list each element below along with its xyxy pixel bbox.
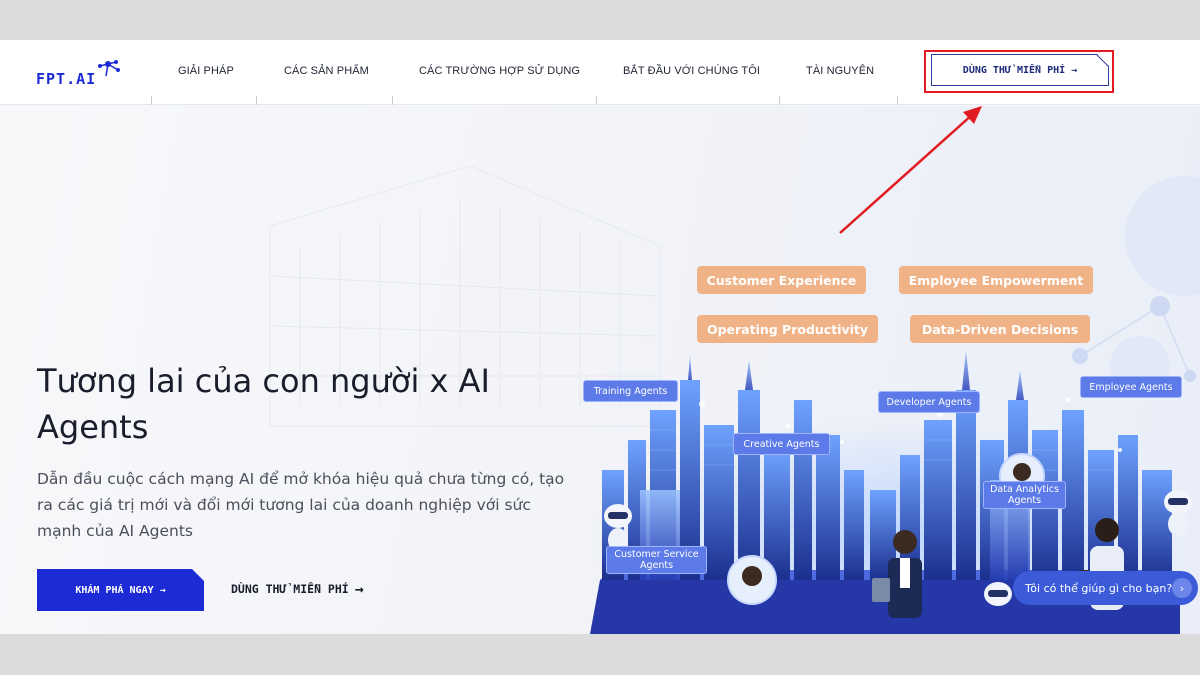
explore-now-button[interactable]: KHÁM PHÁ NGAY → bbox=[37, 569, 204, 611]
arrow-right-icon: → bbox=[354, 580, 364, 598]
nav-divider bbox=[779, 96, 780, 105]
chat-assistant-bubble[interactable]: Tôi có thể giúp gì cho bạn? › bbox=[1013, 571, 1198, 605]
tag-creative-agents: Creative Agents bbox=[733, 433, 830, 455]
pill-operating-productivity: Operating Productivity bbox=[697, 315, 878, 343]
nav-item-solutions[interactable]: GIẢI PHÁP bbox=[178, 65, 234, 77]
nav-divider bbox=[897, 96, 898, 105]
free-trial-link-label: DÙNG THỬ MIỄN PHÍ bbox=[231, 582, 349, 596]
nav-divider bbox=[392, 96, 393, 105]
arrow-right-icon: → bbox=[159, 584, 166, 596]
tag-training-agents: Training Agents bbox=[583, 380, 678, 402]
free-trial-link[interactable]: DÙNG THỬ MIỄN PHÍ → bbox=[231, 580, 364, 598]
tag-data-analytics-agents: Data Analytics Agents bbox=[983, 481, 1066, 509]
page: FPT.AI GIẢI PHÁP CÁC SẢN PHẨM CÁC TRƯỜNG… bbox=[0, 40, 1200, 634]
hero-title: Tương lai của con người x AI Agents bbox=[37, 362, 490, 446]
nav-item-resources[interactable]: TÀI NGUYÊN bbox=[806, 65, 874, 77]
fpt-ai-logo[interactable]: FPT.AI bbox=[36, 58, 120, 88]
pill-employee-empowerment: Employee Empowerment bbox=[899, 266, 1093, 294]
robot-bottom-figure bbox=[984, 582, 1012, 606]
nav-item-use-cases[interactable]: CÁC TRƯỜNG HỢP SỬ DỤNG bbox=[419, 65, 580, 77]
nav-item-products[interactable]: CÁC SẢN PHẨM bbox=[284, 65, 369, 77]
annotation-highlight-box bbox=[924, 50, 1114, 93]
chevron-right-icon[interactable]: › bbox=[1172, 578, 1192, 598]
top-navbar: FPT.AI GIẢI PHÁP CÁC SẢN PHẨM CÁC TRƯỜNG… bbox=[0, 40, 1200, 105]
pill-data-driven-decisions: Data-Driven Decisions bbox=[910, 315, 1090, 343]
tag-employee-agents: Employee Agents bbox=[1080, 376, 1182, 398]
nav-divider bbox=[151, 96, 152, 105]
explore-now-label: KHÁM PHÁ NGAY bbox=[75, 584, 154, 596]
nav-divider bbox=[256, 96, 257, 105]
hero-subtitle: Dẫn đầu cuộc cách mạng AI để mở khóa hiệ… bbox=[37, 470, 565, 540]
pill-customer-experience: Customer Experience bbox=[697, 266, 866, 294]
nav-item-get-started[interactable]: BẮT ĐẦU VỚI CHÚNG TÔI bbox=[623, 65, 760, 77]
chat-prompt-text: Tôi có thể giúp gì cho bạn? bbox=[1025, 581, 1173, 595]
svg-text:FPT.AI: FPT.AI bbox=[36, 70, 96, 88]
tag-developer-agents: Developer Agents bbox=[878, 391, 980, 413]
nav-divider bbox=[596, 96, 597, 105]
tag-customer-service-agents: Customer Service Agents bbox=[606, 546, 707, 574]
